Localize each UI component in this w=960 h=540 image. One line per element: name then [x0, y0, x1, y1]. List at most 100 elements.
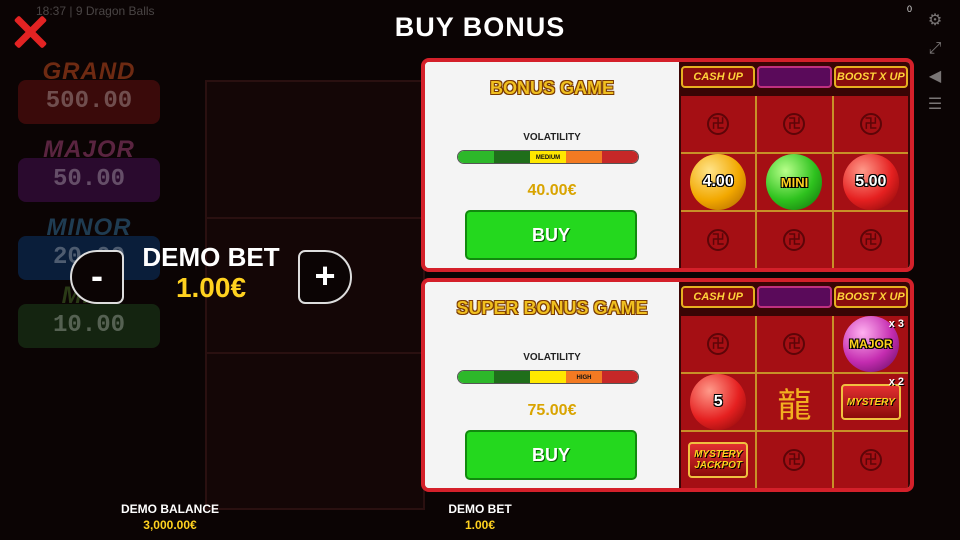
grid-cell: 卍 [833, 212, 908, 268]
volatility-bar: HIGH [457, 370, 639, 384]
vol-seg-high [602, 151, 638, 163]
mystery-scroll: MYSTERY [840, 384, 901, 420]
jackpot-major-name: MAJOR [43, 136, 135, 163]
bet-decrease-button[interactable]: - [70, 250, 124, 304]
feature-strip: CASH UP BOOST X UP [679, 66, 910, 92]
orb-red: 5 [690, 374, 747, 430]
vol-seg-medium: MEDIUM [530, 151, 566, 163]
bonus-game-preview: CASH UP BOOST X UP 卍 卍 卍 4.00 MINI 5.00 … [679, 62, 910, 268]
orb-green: MINI [766, 154, 823, 210]
footer-demo-bet-label: DEMO BET [448, 502, 512, 516]
grid-cell: 5.00 [833, 154, 908, 210]
demo-balance-value: 3,000.00€ [143, 518, 197, 532]
vol-seg-midhigh [566, 151, 602, 163]
grid-cell: MAJOR x 3 [833, 316, 908, 372]
buy-bonus-game-button[interactable]: BUY [465, 210, 637, 260]
page-title: BUY BONUS [394, 12, 566, 42]
demo-balance-label: DEMO BALANCE [121, 502, 219, 516]
vol-seg-midlow [494, 371, 530, 383]
mystery-jackpot-scroll: MYSTERY JACKPOT [688, 442, 749, 478]
cash-up-badge: CASH UP [681, 286, 756, 308]
grid-cell: 卍 [833, 432, 908, 488]
vol-seg-low [458, 371, 494, 383]
demo-bet-label: DEMO BET [142, 242, 280, 272]
boost-x-up-badge: BOOST X UP [833, 286, 908, 308]
grid-cell: 5 [681, 374, 756, 430]
feature-strip: CASH UP BOOST X UP [679, 286, 910, 312]
super-bonus-game-price: 75.00€ [527, 402, 577, 419]
grid-cell: 龍 [757, 374, 832, 430]
super-bonus-game-title: SUPER BONUS GAME [456, 298, 648, 318]
menu-icon[interactable]: ☰ [924, 94, 946, 116]
vol-seg-low [458, 151, 494, 163]
dragon-icon: 龍 [777, 386, 812, 425]
demo-balance: DEMO BALANCE 3,000.00€ [100, 502, 240, 532]
bonus-game-title: BONUS GAME [489, 78, 614, 98]
grid-cell: 卍 [681, 96, 756, 152]
boost-x-up-badge: BOOST X UP [833, 66, 908, 88]
mystery-multiplier: x 2 [888, 376, 904, 388]
preview-grid: 卍 卍 卍 4.00 MINI 5.00 卍 卍 卍 [681, 96, 908, 268]
rune-icon: 卍 [859, 449, 882, 471]
jackpot-grand-name: GRAND [42, 58, 136, 85]
grid-cell: 卍 [757, 212, 832, 268]
demo-bet-control: - DEMO BET 1.00€ + [70, 240, 352, 310]
super-bonus-game-panel: SUPER BONUS GAME VOLATILITY HIGH 75.00€ … [421, 278, 914, 492]
major-multiplier: x 3 [888, 318, 904, 330]
footer-demo-bet-value: 1.00€ [464, 518, 496, 532]
rune-icon: 卍 [859, 229, 882, 251]
rune-icon: 卍 [707, 229, 730, 251]
grid-cell: MYSTERY x 2 [833, 374, 908, 430]
grid-cell: MINI [757, 154, 832, 210]
grid-cell: 卍 [757, 96, 832, 152]
demo-bet-value: 1.00€ [175, 272, 247, 303]
super-bonus-game-info: SUPER BONUS GAME VOLATILITY HIGH 75.00€ … [425, 282, 679, 488]
jackpot-grand-value: 500.00 [45, 88, 133, 115]
jackpot-major: MAJOR 50.00 [18, 136, 160, 202]
dragon-badge [757, 66, 832, 88]
vol-seg-medium [530, 371, 566, 383]
dragon-badge [757, 286, 832, 308]
volatility-label: VOLATILITY [523, 132, 581, 143]
jackpot-mini: MINI 10.00 [18, 282, 160, 348]
super-bonus-game-preview: CASH UP BOOST X UP 卍 卍 MAJOR x 3 5 龍 MYS… [679, 282, 910, 488]
preview-grid: 卍 卍 MAJOR x 3 5 龍 MYSTERY x 2 MYSTERY JA… [681, 316, 908, 488]
jackpot-minor-name: MINOR [46, 214, 132, 241]
bonus-game-panel: BONUS GAME VOLATILITY MEDIUM 40.00€ BUY … [421, 58, 914, 272]
grid-cell: 4.00 [681, 154, 756, 210]
rune-icon: 卍 [783, 229, 806, 251]
cash-up-badge: CASH UP [681, 66, 756, 88]
footer-demo-bet: DEMO BET 1.00€ [410, 502, 550, 532]
grid-cell: 卍 [757, 432, 832, 488]
jackpot-grand: GRAND 500.00 [18, 58, 160, 124]
vol-seg-midlow [494, 151, 530, 163]
fullscreen-icon[interactable]: ⤢ [924, 38, 946, 60]
orb-yellow: 4.00 [690, 154, 747, 210]
bet-increase-button[interactable]: + [298, 250, 352, 304]
bonus-game-price: 40.00€ [527, 182, 577, 199]
grid-cell: 卍 [681, 316, 756, 372]
settings-icon[interactable]: ⚙ [924, 10, 946, 32]
volatility-level: MEDIUM [535, 155, 561, 161]
vol-seg-midhigh: HIGH [566, 371, 602, 383]
volatility-label: VOLATILITY [523, 352, 581, 363]
sound-icon[interactable]: ◀ [924, 66, 946, 88]
orb-red: 5.00 [842, 154, 899, 210]
rune-icon: 卍 [783, 333, 806, 355]
buy-super-bonus-game-button[interactable]: BUY [465, 430, 637, 480]
side-icons: ⚙ ⤢ ◀ ☰ [924, 10, 946, 122]
rune-icon: 卍 [783, 449, 806, 471]
grid-cell: 卍 [833, 96, 908, 152]
rune-icon: 卍 [707, 113, 730, 135]
jackpot-mini-value: 10.00 [52, 312, 125, 339]
grid-cell: 卍 [681, 212, 756, 268]
rune-icon: 卍 [783, 113, 806, 135]
vol-seg-high [602, 371, 638, 383]
grid-cell: 卍 [757, 316, 832, 372]
jackpot-major-value: 50.00 [52, 166, 125, 193]
grid-cell: MYSTERY JACKPOT [681, 432, 756, 488]
counter: 0 [906, 4, 912, 14]
bonus-game-info: BONUS GAME VOLATILITY MEDIUM 40.00€ BUY [425, 62, 679, 268]
volatility-level: HIGH [576, 375, 592, 381]
volatility-bar: MEDIUM [457, 150, 639, 164]
